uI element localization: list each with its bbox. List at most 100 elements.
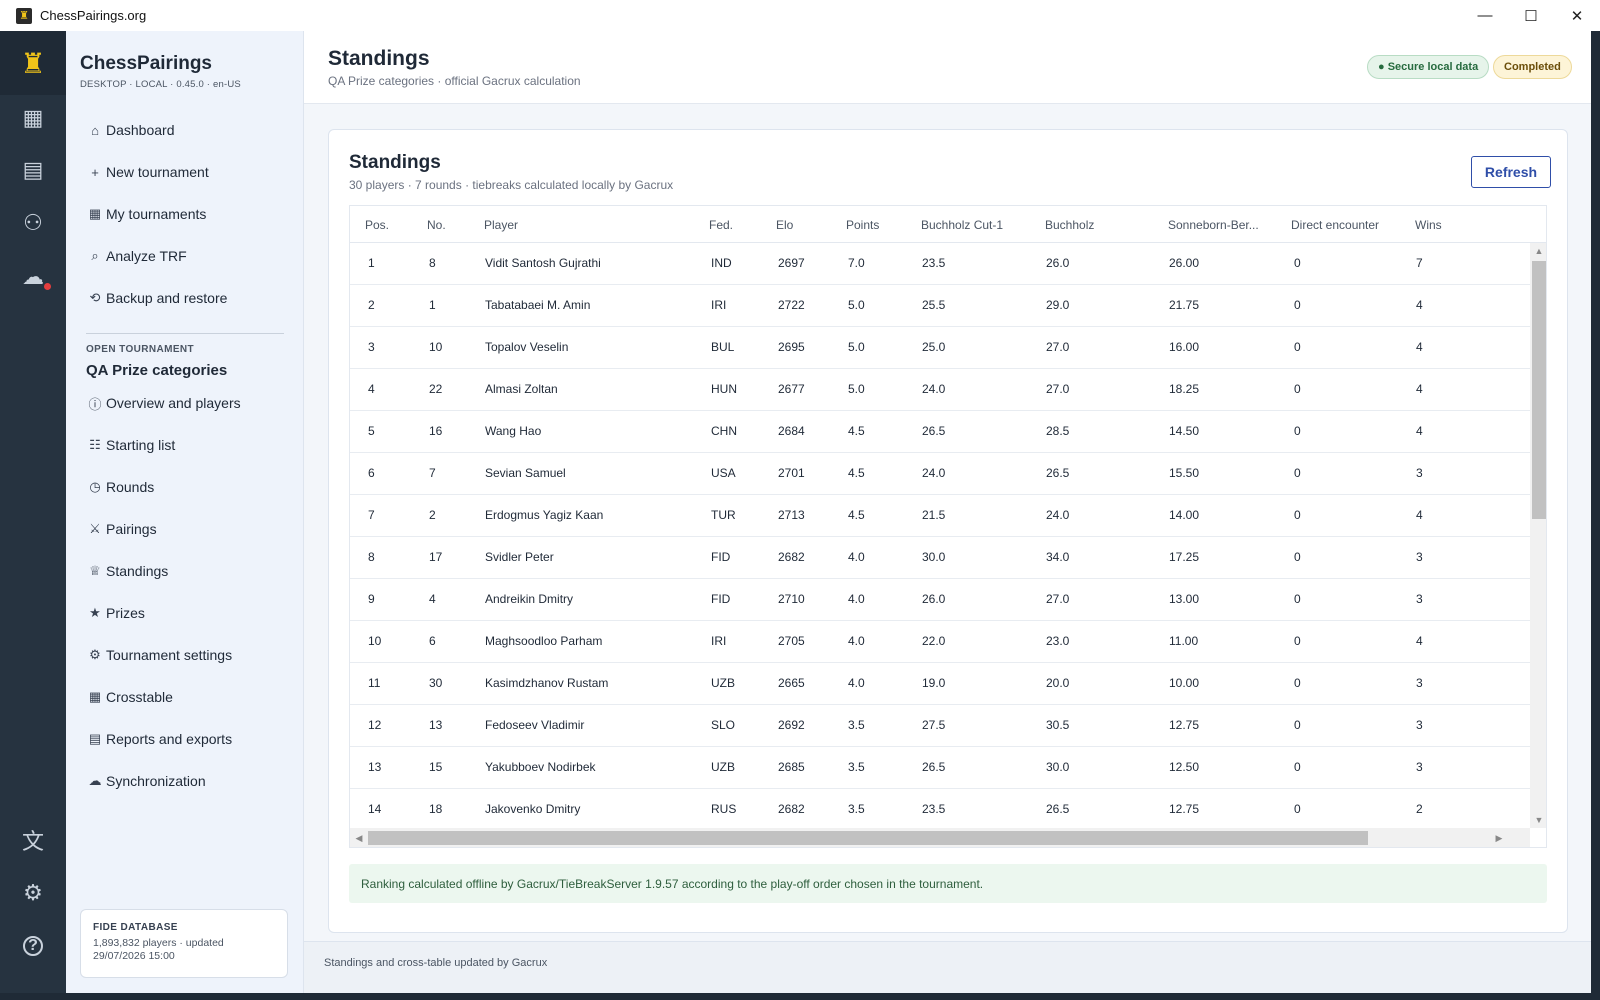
scroll-right-arrow-icon[interactable]: ▶ — [1490, 828, 1508, 847]
nav-standings[interactable]: ♕ Standings — [80, 550, 290, 592]
cell-fed: BUL — [711, 340, 735, 354]
col-fed[interactable]: Fed. — [709, 218, 733, 232]
cell-points: 4.0 — [848, 592, 865, 606]
table-row[interactable]: 9 4 Andreikin Dmitry FID 2710 4.0 26.0 27.0 13.0… — [350, 579, 1530, 621]
rook-icon[interactable]: ♜ — [0, 31, 66, 95]
table-row[interactable]: 5 16 Wang Hao CHN 2684 4.5 26.5 28.5 14.50 0 4 — [350, 411, 1530, 453]
col-points[interactable]: Points — [846, 218, 879, 232]
col-elo[interactable]: Elo — [776, 218, 793, 232]
table-row[interactable]: 1 8 Vidit Santosh Gujrathi IND 2697 7.0 23.5 26… — [350, 243, 1530, 285]
nav-synchronization[interactable]: ☁ Synchronization — [80, 760, 290, 802]
plus-icon: + — [91, 164, 99, 180]
table-row[interactable]: 8 17 Svidler Peter FID 2682 4.0 30.0 34.0 17.25 0… — [350, 537, 1530, 579]
nav-analyze-trf[interactable]: ⌕ Analyze TRF — [80, 235, 290, 277]
app-rook-icon: ♜ — [16, 7, 32, 24]
minimize-button[interactable]: — — [1462, 0, 1508, 31]
vertical-scroll-thumb[interactable] — [1532, 261, 1546, 519]
nav-dashboard[interactable]: ⌂ Dashboard — [80, 109, 290, 151]
status-badge: Completed — [1493, 55, 1572, 79]
table-row[interactable]: 3 10 Topalov Veselin BUL 2695 5.0 25.0 27.0 16.0… — [350, 327, 1530, 369]
cloud-alert-icon[interactable]: ☁ — [0, 257, 66, 297]
scroll-left-arrow-icon[interactable]: ◀ — [350, 828, 368, 847]
cell-no: 8 — [429, 256, 436, 270]
table-row[interactable]: 10 6 Maghsoodloo Parham IRI 2705 4.0 22.0 23.0 1… — [350, 621, 1530, 663]
cell-points: 3.5 — [848, 802, 865, 816]
table-row[interactable]: 11 30 Kasimdzhanov Rustam UZB 2665 4.0 19.0 20.… — [350, 663, 1530, 705]
close-button[interactable]: ✕ — [1554, 0, 1600, 31]
translate-icon[interactable]: 文 — [0, 820, 66, 860]
table-row[interactable]: 14 18 Jakovenko Dmitry RUS 2682 3.5 23.5 26.5 12… — [350, 789, 1530, 831]
cell-elo: 2677 — [778, 382, 805, 396]
cell-sonneborn-berger: 12.50 — [1169, 760, 1200, 774]
secure-data-badge: ● Secure local data — [1367, 55, 1490, 79]
cell-wins: 4 — [1416, 634, 1423, 648]
table-row[interactable]: 6 7 Sevian Samuel USA 2701 4.5 24.0 26.5 15.50 0 3 — [350, 453, 1530, 495]
people-icon[interactable]: ⚇ — [0, 203, 66, 243]
page-subtitle: QA Prize categories · official Gacrux ca… — [328, 74, 581, 88]
cell-buchholz-cut1: 23.5 — [922, 802, 946, 816]
refresh-button[interactable]: Refresh — [1471, 156, 1551, 188]
cloud-icon: ☁ — [22, 264, 44, 289]
cell-direct-encounter: 0 — [1294, 424, 1301, 438]
nav-my-tournaments[interactable]: ▦ My tournaments — [80, 193, 290, 235]
grid-icon: ▦ — [88, 689, 102, 704]
horizontal-scroll-thumb[interactable] — [368, 831, 1368, 845]
table-row[interactable]: 12 13 Fedoseev Vladimir SLO 2692 3.5 27.5 30.5 1… — [350, 705, 1530, 747]
cell-wins: 4 — [1416, 340, 1423, 354]
maximize-button[interactable]: ☐ — [1508, 0, 1554, 31]
cell-direct-encounter: 0 — [1294, 340, 1301, 354]
main-nav: ⌂ Dashboard + New tournament ▦ My tournamen… — [80, 109, 290, 319]
nav-reports-exports[interactable]: ▤ Reports and exports — [80, 718, 290, 760]
cell-player: Topalov Veselin — [485, 340, 569, 354]
col-player[interactable]: Player — [484, 218, 518, 232]
nav-label: Crosstable — [106, 689, 173, 705]
standings-table[interactable]: Pos. No. Player Fed. Elo Points Buchholz… — [349, 205, 1547, 848]
col-no[interactable]: No. — [427, 218, 446, 232]
vertical-scrollbar[interactable]: ▲ ▼ — [1530, 243, 1546, 828]
table-row[interactable]: 2 1 Tabatabaei M. Amin IRI 2722 5.0 25.5 29.0 21… — [350, 285, 1530, 327]
nav-label: Overview and players — [106, 395, 241, 411]
col-buchholz[interactable]: Buchholz — [1045, 218, 1094, 232]
cell-elo: 2684 — [778, 424, 805, 438]
nav-overview-players[interactable]: ⓘ Overview and players — [80, 382, 290, 424]
nav-crosstable[interactable]: ▦ Crosstable — [80, 676, 290, 718]
col-sonneborn-berger[interactable]: Sonneborn-Ber... — [1168, 218, 1259, 232]
cell-sonneborn-berger: 11.00 — [1169, 634, 1199, 648]
col-buchholz-cut1[interactable]: Buchholz Cut-1 — [921, 218, 1003, 232]
cell-no: 6 — [429, 634, 436, 648]
col-wins[interactable]: Wins — [1415, 218, 1442, 232]
cell-buchholz-cut1: 26.5 — [922, 424, 946, 438]
gear-icon[interactable]: ⚙ — [0, 873, 66, 913]
nav-backup-restore[interactable]: ⟲ Backup and restore — [80, 277, 290, 319]
calendar-icon[interactable]: ▤ — [0, 150, 66, 190]
cell-wins: 4 — [1416, 508, 1423, 522]
cell-buchholz-cut1: 25.5 — [922, 298, 946, 312]
nav-pairings[interactable]: ⚔ Pairings — [80, 508, 290, 550]
table-row[interactable]: 4 22 Almasi Zoltan HUN 2677 5.0 24.0 27.0 18.25 0… — [350, 369, 1530, 411]
nav-label: Reports and exports — [106, 731, 233, 747]
scroll-down-arrow-icon[interactable]: ▼ — [1530, 812, 1546, 828]
dashboard-icon[interactable]: ▦ — [0, 98, 66, 138]
cell-points: 4.5 — [848, 466, 865, 480]
horizontal-scrollbar[interactable]: ◀ ▶ — [350, 828, 1530, 847]
nav-new-tournament[interactable]: + New tournament — [80, 151, 290, 193]
nav-tournament-settings[interactable]: ⚙ Tournament settings — [80, 634, 290, 676]
nav-starting-list[interactable]: ☷ Starting list — [80, 424, 290, 466]
scroll-up-arrow-icon[interactable]: ▲ — [1530, 243, 1546, 259]
cell-pos: 6 — [368, 466, 375, 480]
cell-sonneborn-berger: 21.75 — [1169, 298, 1200, 312]
cell-wins: 4 — [1416, 424, 1423, 438]
help-icon[interactable]: ? — [0, 926, 66, 966]
cell-sonneborn-berger: 14.00 — [1169, 508, 1200, 522]
nav-rounds[interactable]: ◷ Rounds — [80, 466, 290, 508]
nav-label: Standings — [106, 563, 169, 579]
cell-sonneborn-berger: 18.25 — [1169, 382, 1200, 396]
table-row[interactable]: 13 15 Yakubboev Nodirbek UZB 2685 3.5 26.5 30.0… — [350, 747, 1530, 789]
cell-buchholz-cut1: 26.0 — [922, 592, 946, 606]
table-row[interactable]: 7 2 Erdogmus Yagiz Kaan TUR 2713 4.5 21.5 24.0 1… — [350, 495, 1530, 537]
brand: ChessPairings DESKTOP · LOCAL · 0.45.0 ·… — [80, 53, 241, 90]
cell-wins: 2 — [1416, 802, 1423, 816]
nav-prizes[interactable]: ★ Prizes — [80, 592, 290, 634]
col-pos[interactable]: Pos. — [365, 218, 389, 232]
col-direct-encounter[interactable]: Direct encounter — [1291, 218, 1379, 232]
